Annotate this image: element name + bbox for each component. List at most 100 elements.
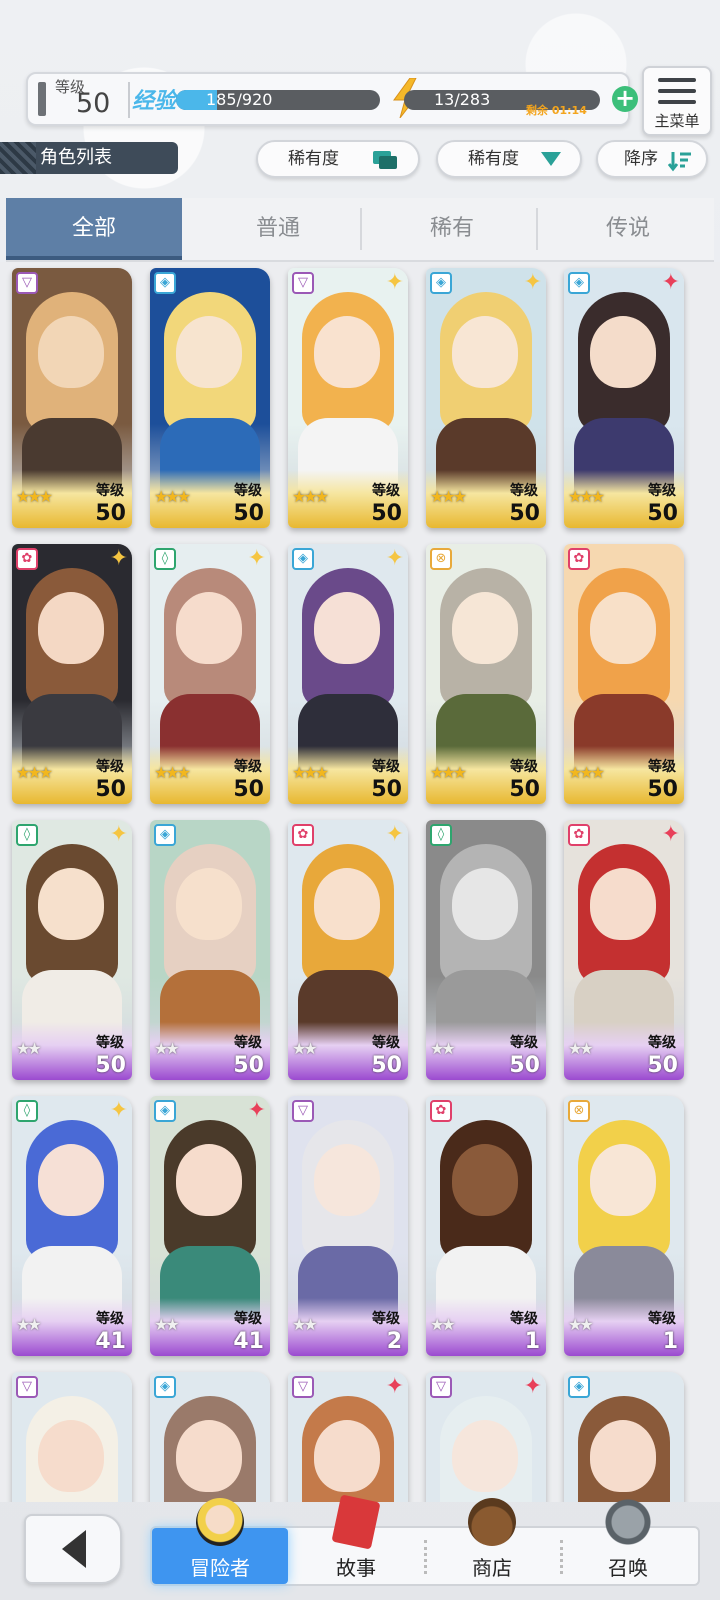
add-stamina-button[interactable]: + bbox=[612, 86, 638, 112]
card-level-label: 等级 bbox=[510, 483, 538, 499]
card-level-value: 41 bbox=[233, 1329, 264, 1354]
nav-summon-label: 召唤 bbox=[608, 1556, 648, 1580]
sort-order-label: 降序 bbox=[624, 149, 658, 169]
character-card[interactable]: ▽ bbox=[12, 1372, 132, 1502]
element-icon: ⊗ bbox=[568, 1100, 590, 1122]
rarity-stars: ★★★ bbox=[568, 763, 605, 782]
character-card[interactable]: ◊ ★★ 等级 50 bbox=[426, 820, 546, 1080]
character-card[interactable]: ▽ ✦ ★★★ 等级 50 bbox=[288, 268, 408, 528]
character-face bbox=[590, 592, 656, 664]
nav-story[interactable]: 故事 bbox=[288, 1494, 424, 1584]
element-icon: ◈ bbox=[292, 548, 314, 570]
card-level-value: 1 bbox=[662, 1329, 678, 1354]
card-level-label: 等级 bbox=[96, 1035, 124, 1051]
character-card[interactable]: ◈ ★★ 等级 50 bbox=[150, 820, 270, 1080]
character-card[interactable]: ▽ ✦ bbox=[426, 1372, 546, 1502]
character-card[interactable]: ✿ ★★★ 等级 50 bbox=[564, 544, 684, 804]
stamina-text: 13/283 bbox=[434, 90, 491, 109]
sparkle-icon: ✦ bbox=[523, 1374, 542, 1399]
character-card[interactable]: ✿ ✦ ★★★ 等级 50 bbox=[12, 544, 132, 804]
element-icon: ✿ bbox=[568, 548, 590, 570]
character-card[interactable]: ◈ ✦ ★★★ 等级 50 bbox=[426, 268, 546, 528]
rarity-filter-label-2: 稀有度 bbox=[468, 149, 519, 169]
card-level-label: 等级 bbox=[234, 1311, 262, 1327]
sparkle-icon: ✦ bbox=[109, 822, 128, 847]
element-icon: ✿ bbox=[430, 1100, 452, 1122]
sparkle-icon: ✦ bbox=[247, 546, 266, 571]
character-card[interactable]: ◈ ✦ ★★★ 等级 50 bbox=[288, 544, 408, 804]
character-face bbox=[314, 316, 380, 388]
level-marker bbox=[38, 82, 46, 116]
card-level-label: 等级 bbox=[96, 1311, 124, 1327]
character-card[interactable]: ◈ bbox=[150, 1372, 270, 1502]
element-icon: ✿ bbox=[292, 824, 314, 846]
character-face bbox=[176, 592, 242, 664]
rarity-stars: ★★ bbox=[430, 1039, 456, 1058]
character-card[interactable]: ◈ ★★★ 等级 50 bbox=[150, 268, 270, 528]
character-face bbox=[590, 868, 656, 940]
sparkle-icon: ✦ bbox=[385, 546, 404, 571]
character-card[interactable]: ✿ ✦ ★★ 等级 50 bbox=[288, 820, 408, 1080]
card-level-value: 1 bbox=[524, 1329, 540, 1354]
card-level-value: 50 bbox=[509, 1053, 540, 1078]
nav-summon[interactable]: 召唤 bbox=[560, 1498, 696, 1584]
character-card[interactable]: ◊ ✦ ★★ 等级 41 bbox=[12, 1096, 132, 1356]
element-icon: ◊ bbox=[154, 548, 176, 570]
tab-common[interactable]: 普通 bbox=[190, 198, 366, 260]
nav-shop[interactable]: 商店 bbox=[424, 1498, 560, 1584]
rarity-stars: ★★ bbox=[430, 1315, 456, 1334]
element-icon: ✿ bbox=[568, 824, 590, 846]
element-icon: ▽ bbox=[292, 1376, 314, 1398]
character-card[interactable]: ◈ ✦ ★★★ 等级 50 bbox=[564, 268, 684, 528]
tab-all[interactable]: 全部 bbox=[6, 198, 182, 260]
tab-legendary[interactable]: 传说 bbox=[540, 198, 716, 260]
main-menu-button[interactable]: 主菜单 bbox=[642, 66, 712, 136]
card-level-value: 50 bbox=[509, 777, 540, 802]
card-level-value: 50 bbox=[509, 501, 540, 526]
back-button[interactable] bbox=[24, 1514, 122, 1584]
card-level-label: 等级 bbox=[372, 1311, 400, 1327]
sparkle-icon: ✦ bbox=[109, 546, 128, 571]
rarity-filter-button-2[interactable]: 稀有度 bbox=[436, 140, 582, 178]
character-grid: ▽ ★★★ 等级 50 ◈ ★★★ 等级 50 ▽ ✦ ★★★ 等级 50 ◈ ✦ ★★★ 等级 50 ◈ ✦ ★★★ 等… bbox=[0, 262, 720, 1502]
card-level-label: 等级 bbox=[372, 483, 400, 499]
character-face bbox=[38, 868, 104, 940]
character-face bbox=[38, 1420, 104, 1492]
sparkle-icon: ✦ bbox=[385, 270, 404, 295]
rarity-tabs: 全部 普通 稀有 传说 bbox=[6, 198, 714, 262]
nav-adventurer[interactable]: 冒险者 bbox=[152, 1498, 288, 1584]
character-card[interactable]: ⊗ ★★ 等级 1 bbox=[564, 1096, 684, 1356]
character-face bbox=[38, 316, 104, 388]
tab-rare[interactable]: 稀有 bbox=[364, 198, 540, 260]
rarity-filter-button-1[interactable]: 稀有度 bbox=[256, 140, 420, 178]
character-card[interactable]: ◈ bbox=[564, 1372, 684, 1502]
sort-order-button[interactable]: 降序 bbox=[596, 140, 708, 178]
card-level-label: 等级 bbox=[648, 1311, 676, 1327]
character-face bbox=[314, 592, 380, 664]
element-icon: ◈ bbox=[154, 1100, 176, 1122]
element-icon: ▽ bbox=[16, 1376, 38, 1398]
character-card[interactable]: ▽ ★★ 等级 2 bbox=[288, 1096, 408, 1356]
rarity-stars: ★★★ bbox=[292, 763, 329, 782]
character-face bbox=[176, 316, 242, 388]
card-level-value: 50 bbox=[95, 1053, 126, 1078]
element-icon: ◈ bbox=[154, 272, 176, 294]
sparkle-icon: ✦ bbox=[661, 822, 680, 847]
character-card[interactable]: ✿ ✦ ★★ 等级 50 bbox=[564, 820, 684, 1080]
character-face bbox=[452, 1144, 518, 1216]
element-icon: ⊗ bbox=[430, 548, 452, 570]
character-card[interactable]: ◊ ✦ ★★★ 等级 50 bbox=[150, 544, 270, 804]
character-card[interactable]: ◊ ✦ ★★ 等级 50 bbox=[12, 820, 132, 1080]
character-face bbox=[176, 868, 242, 940]
nav-adventurer-label: 冒险者 bbox=[190, 1556, 250, 1580]
character-face bbox=[314, 1144, 380, 1216]
card-level-label: 等级 bbox=[648, 483, 676, 499]
character-card[interactable]: ◈ ✦ ★★ 等级 41 bbox=[150, 1096, 270, 1356]
character-card[interactable]: ▽ ✦ bbox=[288, 1372, 408, 1502]
rarity-stars: ★★ bbox=[16, 1039, 42, 1058]
character-card[interactable]: ✿ ★★ 等级 1 bbox=[426, 1096, 546, 1356]
character-card[interactable]: ▽ ★★★ 等级 50 bbox=[12, 268, 132, 528]
card-level-value: 50 bbox=[647, 1053, 678, 1078]
coin-bag-icon bbox=[468, 1498, 516, 1546]
character-card[interactable]: ⊗ ★★★ 等级 50 bbox=[426, 544, 546, 804]
